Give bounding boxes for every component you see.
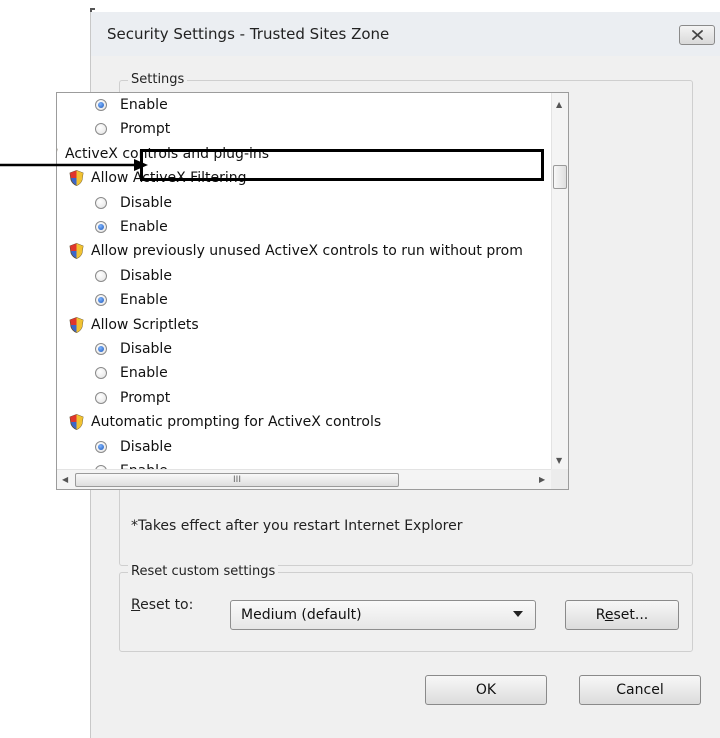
tree-item-label: Allow Scriptlets (91, 316, 199, 333)
tree-item-label: Prompt (120, 121, 171, 138)
tree-item-label: Allow previously unused ActiveX controls… (91, 243, 523, 260)
tree-item-label: Enable (120, 365, 168, 382)
radio-button[interactable] (95, 391, 107, 404)
tree-item-label: Disable (120, 341, 172, 357)
scroll-up-icon[interactable]: ▲ (556, 101, 562, 109)
shield-icon (69, 316, 84, 333)
title-bar[interactable]: Security Settings - Trusted Sites Zone (91, 12, 720, 56)
settings-legend: Settings (128, 72, 188, 87)
radio-option-disable[interactable]: Disable (95, 191, 172, 215)
scroll-grip: III (233, 475, 241, 485)
vertical-scrollbar[interactable]: ▲ ▼ (551, 93, 568, 469)
scroll-down-icon[interactable]: ▼ (556, 457, 562, 465)
tree-item-label: Enable (120, 97, 168, 113)
tree-item-label: Enable (120, 292, 168, 309)
horizontal-scrollbar[interactable]: ◀ III ▶ (57, 469, 551, 489)
radio-button[interactable] (95, 343, 107, 355)
vertical-scroll-thumb[interactable] (553, 165, 567, 189)
tree-item-label: Enable (120, 219, 168, 235)
setting-item: Automatic prompting for ActiveX controls (69, 410, 381, 434)
reset-to-label-rest: eset to: (140, 597, 194, 613)
chevron-down-icon (513, 611, 523, 617)
tree-item-label: Disable (120, 194, 172, 211)
radio-option-enable[interactable]: Enable (95, 93, 168, 117)
setting-item: Allow previously unused ActiveX controls… (69, 239, 523, 263)
dialog-title: Security Settings - Trusted Sites Zone (107, 25, 390, 43)
setting-item: Allow Scriptlets (69, 313, 199, 337)
reset-button-label: Reset... (595, 607, 649, 623)
scroll-left-icon[interactable]: ◀ (62, 476, 68, 484)
cancel-button[interactable]: Cancel (579, 675, 701, 705)
radio-button[interactable] (95, 123, 107, 136)
radio-option-disable[interactable]: Disable (95, 435, 172, 459)
radio-button[interactable] (95, 221, 107, 233)
close-icon (691, 30, 703, 40)
radio-option-prompt[interactable]: Prompt (95, 386, 170, 410)
radio-option-prompt[interactable]: Prompt (95, 117, 170, 141)
reset-to-label: Reset to: (131, 597, 194, 613)
radio-option-disable[interactable]: Disable (95, 264, 172, 288)
tree-item-label: Prompt (120, 389, 171, 406)
radio-option-enable[interactable]: Enable (95, 288, 168, 312)
ok-button-label: OK (475, 682, 497, 698)
shield-icon (69, 243, 84, 260)
radio-button[interactable] (95, 294, 107, 307)
radio-button[interactable] (95, 196, 107, 209)
tree-item-label: Disable (120, 438, 172, 455)
tree-item-label: Disable (120, 267, 172, 284)
reset-level-value: Medium (default) (241, 607, 362, 623)
shield-icon (69, 414, 84, 431)
radio-option-disable[interactable]: Disable (95, 337, 172, 361)
tree-item-label: Automatic prompting for ActiveX controls (91, 414, 382, 431)
scroll-corner (551, 469, 568, 489)
radio-button[interactable] (95, 440, 107, 453)
highlight-box (140, 149, 544, 181)
reset-legend: Reset custom settings (128, 564, 279, 579)
close-button[interactable] (679, 25, 715, 45)
radio-button[interactable] (95, 269, 107, 282)
radio-option-enable[interactable]: Enable (95, 361, 168, 385)
reset-level-dropdown[interactable]: Medium (default) (230, 600, 536, 630)
ok-button[interactable]: OK (425, 675, 547, 705)
pointer-arrow-icon (0, 159, 148, 171)
reset-button[interactable]: Reset... (565, 600, 679, 630)
radio-option-enable[interactable]: Enable (95, 215, 168, 239)
scroll-right-icon[interactable]: ▶ (539, 476, 545, 484)
radio-button[interactable] (95, 99, 107, 111)
restart-note: *Takes effect after you restart Internet… (131, 518, 463, 534)
cancel-button-label: Cancel (616, 682, 664, 698)
horizontal-scroll-thumb[interactable]: III (75, 473, 399, 487)
radio-button[interactable] (95, 367, 107, 380)
